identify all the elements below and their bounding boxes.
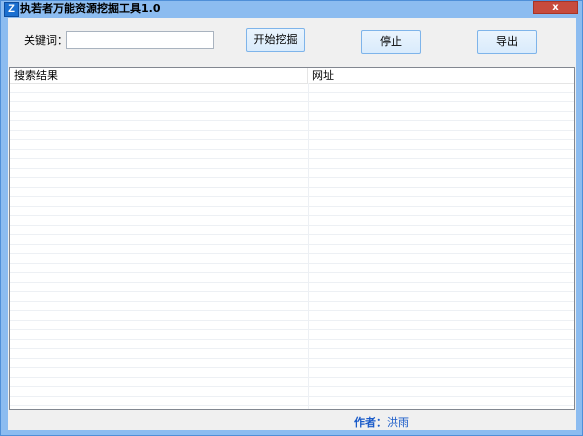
column-header-result[interactable]: 搜索结果 (10, 68, 308, 83)
table-row (10, 178, 574, 188)
app-logo-icon: Z (4, 2, 19, 17)
export-button[interactable]: 导出 (477, 30, 537, 54)
keyword-label: 关键词： (24, 34, 68, 47)
author-credit: 作者：洪雨 (354, 416, 409, 430)
table-row (10, 112, 574, 121)
table-row (10, 292, 574, 302)
table-row (10, 302, 574, 311)
table-row (10, 245, 574, 254)
column-header-url[interactable]: 网址 (308, 68, 574, 83)
title-bar[interactable]: Z 执若者万能资源挖掘工具1.0 x (1, 1, 582, 18)
table-row (10, 235, 574, 245)
table-body (10, 83, 574, 406)
table-row (10, 226, 574, 235)
close-button[interactable]: x (533, 1, 578, 14)
table-row (10, 169, 574, 178)
table-row (10, 378, 574, 387)
table-row (10, 349, 574, 359)
table-row (10, 93, 574, 102)
stop-button[interactable]: 停止 (361, 30, 421, 54)
table-row (10, 131, 574, 140)
table-row (10, 150, 574, 159)
table-row (10, 83, 574, 93)
table-row (10, 159, 574, 169)
table-header: 搜索结果 网址 (10, 68, 574, 84)
table-row (10, 321, 574, 330)
table-row (10, 340, 574, 349)
results-table[interactable]: 搜索结果 网址 (9, 67, 575, 410)
author-label: 作者： (354, 416, 387, 429)
table-row (10, 397, 574, 406)
table-row (10, 140, 574, 150)
table-row (10, 254, 574, 264)
table-row (10, 102, 574, 112)
table-row (10, 359, 574, 368)
author-name: 洪雨 (387, 416, 409, 429)
table-row (10, 207, 574, 216)
start-mining-button[interactable]: 开始挖掘 (246, 28, 305, 52)
keyword-input[interactable] (66, 31, 214, 49)
table-row (10, 197, 574, 207)
table-row (10, 188, 574, 197)
table-row (10, 264, 574, 273)
table-row (10, 387, 574, 397)
window-title: 执若者万能资源挖掘工具1.0 (20, 2, 161, 15)
table-row (10, 273, 574, 283)
table-row (10, 216, 574, 226)
table-row (10, 311, 574, 321)
app-window: Z 执若者万能资源挖掘工具1.0 x 关键词： 开始挖掘 停止 导出 搜索结果 … (0, 0, 583, 436)
table-row (10, 283, 574, 292)
table-row (10, 121, 574, 131)
table-row (10, 330, 574, 340)
table-row (10, 368, 574, 378)
client-area: 关键词： 开始挖掘 停止 导出 搜索结果 网址 作者：洪雨 (8, 18, 576, 430)
